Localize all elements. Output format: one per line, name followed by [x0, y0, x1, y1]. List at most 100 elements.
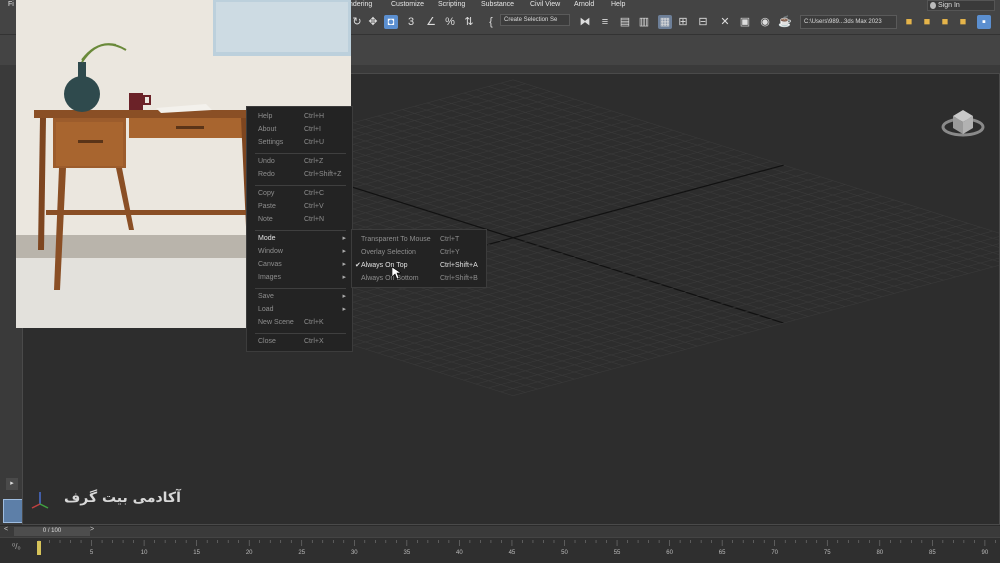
timeline-tick-label: 75: [824, 550, 831, 556]
timeline-tick-label: 85: [929, 550, 936, 556]
curve-editor-icon[interactable]: ⊞: [676, 15, 690, 29]
time-slider[interactable]: < 0 / 100 >: [0, 526, 1000, 537]
submenu-arrow-icon: ▸: [342, 248, 346, 255]
submenu-item-transparent-to-mouse[interactable]: Transparent To Mouse Ctrl+T: [352, 234, 486, 246]
menu-scripting[interactable]: Scripting: [438, 1, 465, 8]
menu-item-copy[interactable]: Copy Ctrl+C: [247, 188, 352, 200]
percent-snap-icon[interactable]: %: [443, 15, 457, 29]
user-icon: [930, 2, 936, 9]
submenu-arrow-icon: ▸: [342, 306, 346, 313]
submenu-item-always-on-top[interactable]: ✔ Always On Top Ctrl+Shift+A: [352, 260, 486, 272]
menu-item-mode[interactable]: Mode ▸: [247, 233, 352, 245]
timeline-tick-label: 70: [771, 550, 778, 556]
layer-explorer-icon[interactable]: ▤: [618, 15, 632, 29]
snap-3d-icon[interactable]: 3: [404, 15, 418, 29]
menu-item-images[interactable]: Images ▸: [247, 272, 352, 284]
menu-civil-view[interactable]: Civil View: [530, 1, 560, 8]
academy-watermark: آکادمی بیت گرف: [64, 490, 181, 506]
render-icon[interactable]: ☕: [778, 15, 792, 29]
menu-arnold[interactable]: Arnold: [574, 1, 594, 8]
save-folder-icon[interactable]: ■: [938, 15, 952, 29]
submenu-arrow-icon: ▸: [342, 293, 346, 300]
edit-named-selection-icon[interactable]: {: [484, 15, 498, 29]
viewport-layout-icon[interactable]: [3, 499, 23, 523]
menu-item-settings[interactable]: Settings Ctrl+U: [247, 137, 352, 149]
spinner-snap-icon[interactable]: ⇅: [462, 15, 476, 29]
sign-in-label: Sign In: [938, 2, 960, 9]
timeline-tick-label: 15: [193, 550, 200, 556]
scene-explorer-icon[interactable]: ▦: [658, 15, 672, 29]
menu-item-about[interactable]: About Ctrl+I: [247, 124, 352, 136]
checkmark-icon: ✔: [355, 262, 361, 269]
time-next-button[interactable]: >: [90, 526, 94, 533]
timeline-tick-label: 35: [404, 550, 411, 556]
move-icon[interactable]: ✥: [366, 15, 380, 29]
toggle-ribbon-icon[interactable]: ▥: [637, 15, 651, 29]
menu-separator: [255, 288, 346, 289]
render-setup-icon[interactable]: ▣: [738, 15, 752, 29]
menu-customize[interactable]: Customize: [391, 1, 424, 8]
menu-item-redo[interactable]: Redo Ctrl+Shift+Z: [247, 169, 352, 181]
timeline-tick-label: 90: [982, 550, 989, 556]
expand-arrow-icon[interactable]: ▸: [6, 478, 18, 490]
submenu-item-always-on-bottom[interactable]: Always On Bottom Ctrl+Shift+B: [352, 273, 486, 285]
menu-item-undo[interactable]: Undo Ctrl+Z: [247, 156, 352, 168]
folder-settings-icon[interactable]: ■: [956, 15, 970, 29]
timeline-tick-label: 60: [666, 550, 673, 556]
timeline-tick-label: 65: [719, 550, 726, 556]
track-ticks: 5 10 15 20 25 30 35 40 45 50 55 60 65 70 75 80 85 90: [38, 540, 996, 556]
current-frame-marker[interactable]: [37, 541, 41, 555]
angle-snap-icon[interactable]: ∠: [424, 15, 438, 29]
timeline-tick-label: 5: [90, 550, 94, 556]
save-icon[interactable]: ▪: [977, 15, 991, 29]
mode-submenu: Transparent To Mouse Ctrl+T Overlay Selec…: [351, 229, 487, 288]
menu-item-save[interactable]: Save ▸: [247, 291, 352, 303]
context-menu: Help Ctrl+H About Ctrl+I Settings Ctrl+U Un…: [246, 106, 353, 352]
schematic-view-icon[interactable]: ⊟: [696, 15, 710, 29]
timeline-tick-label: 55: [614, 550, 621, 556]
rendered-frame-icon[interactable]: ◉: [758, 15, 772, 29]
material-editor-icon[interactable]: ✕: [718, 15, 732, 29]
timeline-tick-label: 45: [509, 550, 516, 556]
timeline-tick-label: 10: [141, 550, 148, 556]
menu-item-window[interactable]: Window ▸: [247, 246, 352, 258]
select-place-icon[interactable]: ◘: [384, 15, 398, 29]
timeline-tick-label: 25: [298, 550, 305, 556]
open-folder-icon[interactable]: ■: [920, 15, 934, 29]
submenu-arrow-icon: ▸: [342, 235, 346, 242]
rotate-icon[interactable]: ↻: [350, 15, 364, 29]
menu-item-note[interactable]: Note Ctrl+N: [247, 214, 352, 226]
timeline-tick-label: 50: [561, 550, 568, 556]
align-icon[interactable]: ≡: [598, 15, 612, 29]
menu-separator: [255, 153, 346, 154]
menu-separator: [255, 230, 346, 231]
menu-item-new-scene[interactable]: New Scene Ctrl+K: [247, 317, 352, 329]
viewcube-icon[interactable]: [941, 102, 985, 138]
menu-item-close[interactable]: Close Ctrl+X: [247, 336, 352, 348]
time-slider-thumb[interactable]: 0 / 100: [14, 527, 90, 536]
selection-set-dropdown[interactable]: Create Selection Se: [500, 14, 570, 26]
timeline-tick-label: 30: [351, 550, 358, 556]
menu-item-help[interactable]: Help Ctrl+H: [247, 111, 352, 123]
mouse-cursor-icon: [392, 267, 401, 280]
menu-file[interactable]: Fi: [8, 1, 14, 8]
track-bar[interactable]: ⁰/₀ 5 10 15 20 25 30 35 40 45 50 55 60 65 70 75 80 85 90: [0, 537, 1000, 563]
time-prev-button[interactable]: <: [4, 526, 8, 533]
mirror-icon[interactable]: ⧓: [578, 15, 592, 29]
project-path-field[interactable]: C:\Users\989...3ds Max 2023: [800, 15, 897, 29]
sign-in-button[interactable]: Sign In: [927, 0, 995, 11]
menu-separator: [255, 185, 346, 186]
timeline-tick-label: 80: [876, 550, 883, 556]
axis-tripod-icon: [31, 492, 49, 509]
submenu-arrow-icon: ▸: [342, 261, 346, 268]
submenu-item-overlay-selection[interactable]: Overlay Selection Ctrl+Y: [352, 247, 486, 259]
menu-item-load[interactable]: Load ▸: [247, 304, 352, 316]
project-folder-icon[interactable]: ■: [902, 15, 916, 29]
menu-item-paste[interactable]: Paste Ctrl+V: [247, 201, 352, 213]
timeline-tick-label: 20: [246, 550, 253, 556]
timeline-tick-label: 40: [456, 550, 463, 556]
menu-substance[interactable]: Substance: [481, 1, 514, 8]
menu-separator: [255, 333, 346, 334]
menu-item-canvas[interactable]: Canvas ▸: [247, 259, 352, 271]
menu-help[interactable]: Help: [611, 1, 625, 8]
